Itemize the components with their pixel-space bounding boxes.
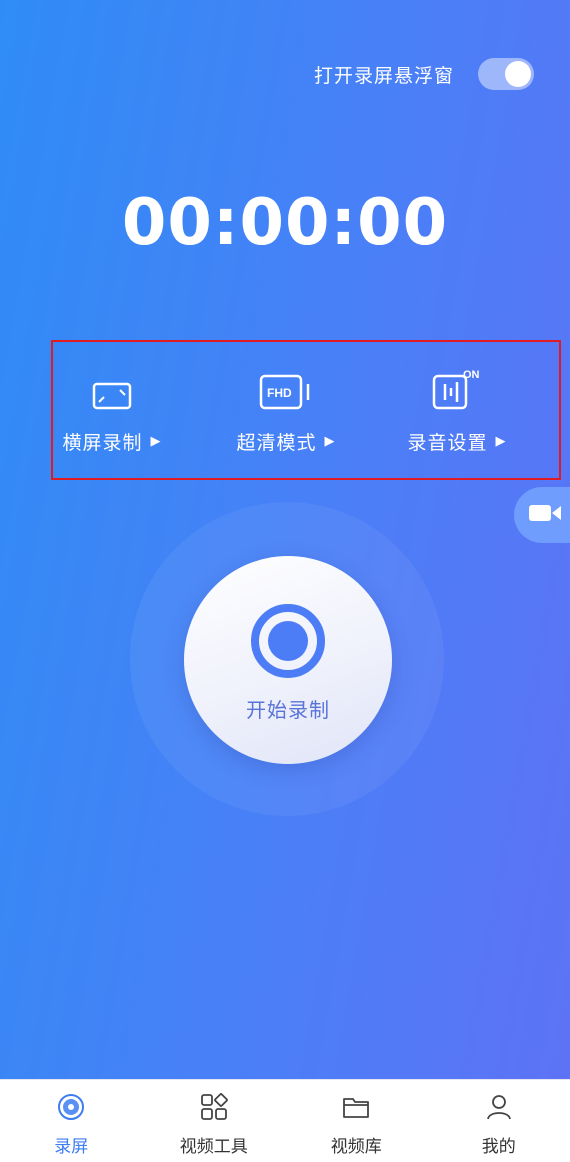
user-icon [484, 1092, 514, 1126]
float-window-row: 打开录屏悬浮窗 [314, 58, 534, 90]
tools-grid-icon [199, 1092, 229, 1126]
nav-item-video-library[interactable]: 视频库 [285, 1080, 428, 1162]
fhd-icon-text: FHD [267, 386, 292, 400]
start-record-button[interactable]: 开始录制 [184, 556, 392, 764]
nav-label-record: 录屏 [54, 1137, 89, 1157]
option-hd-label: 超清模式 [236, 432, 317, 454]
arrow-right-icon: ▶ [495, 434, 507, 449]
audio-on-icon: ON [432, 369, 482, 410]
nav-item-record[interactable]: 录屏 [0, 1080, 143, 1162]
record-ring-icon [251, 604, 325, 678]
fhd-icon: FHD [259, 370, 313, 410]
float-window-label: 打开录屏悬浮窗 [313, 64, 454, 87]
start-record-label: 开始录制 [246, 698, 330, 722]
record-dot [268, 621, 308, 661]
arrow-right-icon: ▶ [150, 434, 162, 449]
nav-label-video-library: 视频库 [330, 1137, 382, 1157]
record-screen: 打开录屏悬浮窗 00:00:00 横屏录制 ▶ FHD 超清模式 ▶ ON 录音… [0, 0, 570, 1162]
toggle-knob [505, 61, 531, 87]
audio-icon-text: ON [463, 369, 480, 381]
landscape-icon [92, 370, 132, 410]
record-timer: 00:00:00 [121, 186, 449, 260]
arrow-right-icon: ▶ [324, 434, 336, 449]
record-disc-icon [56, 1092, 86, 1126]
nav-label-mine: 我的 [481, 1137, 516, 1157]
folder-icon [341, 1092, 371, 1126]
nav-item-video-tools[interactable]: 视频工具 [143, 1080, 286, 1162]
nav-label-video-tools: 视频工具 [179, 1137, 248, 1157]
floating-camera-button[interactable] [514, 487, 570, 543]
option-audio[interactable]: ON 录音设置 ▶ [382, 369, 532, 455]
option-landscape-label: 横屏录制 [62, 432, 143, 454]
float-window-toggle[interactable] [478, 58, 534, 90]
nav-item-mine[interactable]: 我的 [428, 1080, 570, 1162]
bottom-nav: 录屏 视频工具 视频库 我的 [0, 1079, 570, 1162]
option-landscape[interactable]: 横屏录制 ▶ [37, 370, 187, 455]
option-hd-mode[interactable]: FHD 超清模式 ▶ [211, 370, 361, 455]
option-audio-label: 录音设置 [407, 432, 488, 454]
video-camera-icon [528, 503, 562, 527]
